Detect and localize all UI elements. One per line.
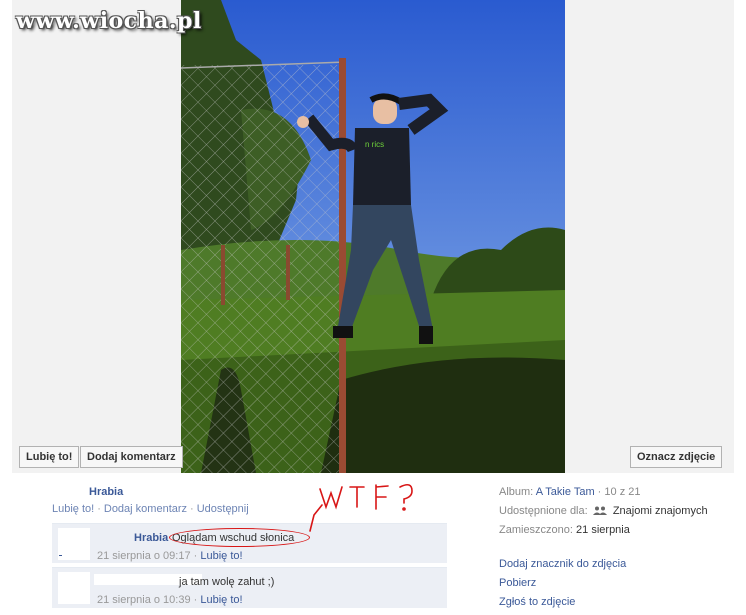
wtf-annotation (309, 483, 413, 532)
post-author-link[interactable]: Hrabia (89, 486, 123, 498)
svg-text:n rics: n rics (365, 140, 384, 149)
album-position: 10 z 21 (604, 486, 641, 498)
comment-author-link[interactable]: Hrabia (134, 532, 168, 544)
share-link[interactable]: Udostępnij (197, 503, 249, 515)
watermark: www.wiocha.pl (16, 8, 202, 34)
avatar-mark (59, 555, 62, 556)
comment-like-link[interactable]: Lubię to! (200, 550, 242, 562)
album-row: Album: A Takie Tam · 10 z 21 (499, 486, 641, 498)
red-circle-annotation (169, 528, 310, 547)
avatar[interactable] (58, 572, 90, 604)
comment-time: 21 sierpnia o 10:39 (97, 594, 191, 606)
posted-label: Zamieszczono: (499, 524, 573, 536)
photo-info-sidebar: Album: A Takie Tam · 10 z 21 Udostępnion… (499, 486, 739, 615)
avatar[interactable] (58, 528, 90, 560)
photo[interactable]: n rics (181, 0, 565, 473)
posted-row: Zamieszczono: 21 sierpnia (499, 524, 739, 543)
album-link[interactable]: A Takie Tam (536, 486, 595, 498)
like-photo-button[interactable]: Lubię to! (19, 446, 80, 468)
report-photo-link[interactable]: Zgłoś to zdjęcie (499, 596, 739, 615)
friends-icon (592, 506, 607, 515)
comment-meta: 21 sierpnia o 09:17 · Lubię to! (97, 550, 243, 562)
shared-row: Udostępnione dla: Znajomi znajomych (499, 505, 739, 524)
comment-item: ja tam wolę zahut ;) 21 sierpnia o 10:39… (52, 567, 447, 608)
comment-link[interactable]: Dodaj komentarz (104, 503, 187, 515)
tag-photo-button[interactable]: Oznacz zdjęcie (630, 446, 723, 468)
album-label: Album: (499, 486, 534, 498)
photo-actions: Dodaj znacznik do zdjęcia Pobierz Zgłoś … (499, 558, 739, 615)
add-comment-button[interactable]: Dodaj komentarz (80, 446, 183, 468)
comment-meta: 21 sierpnia o 10:39 · Lubię to! (97, 594, 243, 606)
post-actions: Lubię to! · Dodaj komentarz · Udostępnij (52, 503, 249, 515)
like-link[interactable]: Lubię to! (52, 503, 94, 515)
download-link[interactable]: Pobierz (499, 577, 739, 596)
shared-value[interactable]: Znajomi znajomych (613, 505, 708, 517)
add-tag-link[interactable]: Dodaj znacznik do zdjęcia (499, 558, 739, 577)
comment-like-link[interactable]: Lubię to! (200, 594, 242, 606)
shared-label: Udostępnione dla: (499, 505, 588, 517)
posted-value: 21 sierpnia (576, 524, 630, 536)
comment-time: 21 sierpnia o 09:17 (97, 550, 191, 562)
comment-text: ja tam wolę zahut ;) (179, 576, 275, 588)
